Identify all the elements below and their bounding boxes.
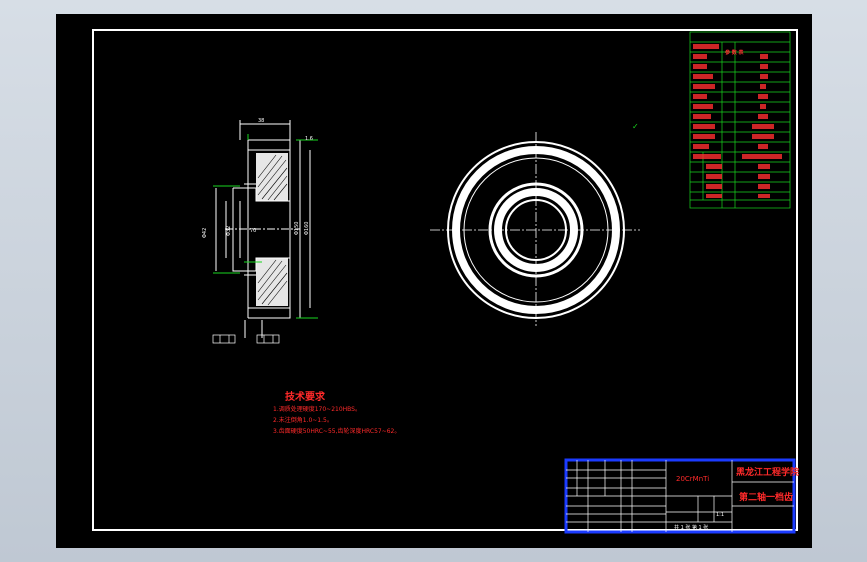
title-block-sheets: 共 1 张 第 1 张 (674, 525, 709, 531)
svg-text:38: 38 (258, 118, 264, 124)
title-block-material: 20CrMnTi (676, 475, 710, 483)
surface-roughness-mark: ✓ (632, 122, 639, 131)
svg-text:Φ160: Φ160 (304, 222, 310, 235)
svg-text:Φ150: Φ150 (294, 222, 300, 235)
title-block-part-name: 第二轴一档齿 (739, 493, 794, 503)
title-block-scale: 1:1 (716, 512, 725, 518)
param-table-header: 参 数 表 (725, 50, 744, 56)
svg-text:70: 70 (250, 228, 256, 234)
tolerance-boxes (212, 334, 280, 344)
front-view (430, 132, 640, 326)
svg-text:Φ42: Φ42 (202, 228, 208, 238)
svg-text:Φ32: Φ32 (226, 226, 232, 236)
cad-viewport: 38 1.6 Φ42 Φ32 Φ150 Φ160 70 技术要求 1.调质处理硬… (0, 0, 867, 562)
tech-requirement-2: 2.未注倒角1.0~1.5。 (273, 417, 333, 424)
drawing-sheet: 38 1.6 Φ42 Φ32 Φ150 Φ160 70 技术要求 1.调质处理硬… (56, 14, 812, 548)
title-block-school: 黑龙江工程学院 (736, 468, 800, 478)
tech-requirement-1: 1.调质处理硬度170~210HBS。 (273, 406, 361, 413)
sheet-frame (92, 29, 798, 531)
svg-text:1.6: 1.6 (305, 136, 313, 142)
gear-drawing: 38 1.6 Φ42 Φ32 Φ150 Φ160 70 (92, 29, 798, 534)
param-table-cells (693, 44, 782, 198)
tech-requirements-title: 技术要求 (285, 392, 325, 403)
tech-requirement-3: 3.齿面硬度50HRC~55,齿轮深度HRC57~62。 (273, 428, 401, 435)
